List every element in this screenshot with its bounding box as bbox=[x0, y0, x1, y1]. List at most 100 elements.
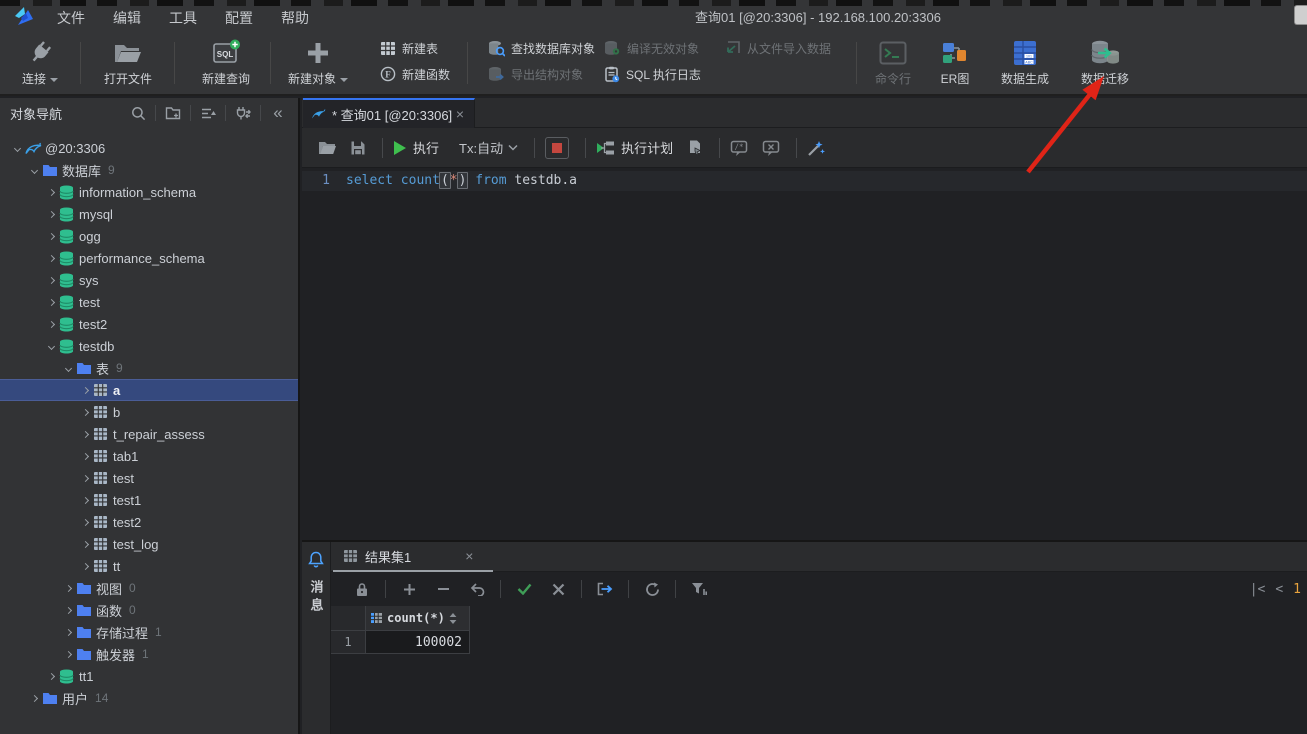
refresh-icon[interactable] bbox=[641, 582, 663, 597]
chevron-down-icon[interactable] bbox=[27, 166, 42, 174]
chevron-right-icon[interactable] bbox=[27, 694, 42, 702]
first-page-button[interactable]: |< bbox=[1250, 582, 1266, 597]
chevron-right-icon[interactable] bbox=[78, 496, 93, 504]
new-folder-icon[interactable] bbox=[161, 102, 185, 124]
table-row[interactable]: 1 100002 bbox=[331, 631, 1307, 654]
chevron-right-icon[interactable] bbox=[44, 254, 59, 262]
chevron-right-icon[interactable] bbox=[44, 210, 59, 218]
new-function-button[interactable]: F 新建函数 bbox=[380, 61, 450, 87]
chevron-right-icon[interactable] bbox=[61, 650, 76, 658]
search-icon[interactable] bbox=[126, 102, 150, 124]
compile-invalid-button[interactable]: 编译无效对象 bbox=[604, 35, 701, 61]
tree-item-@20:3306[interactable]: @20:3306 bbox=[0, 137, 298, 159]
menu-edit[interactable]: 编辑 bbox=[102, 6, 152, 30]
revert-icon[interactable] bbox=[466, 582, 488, 596]
tree-item-test2[interactable]: test2 bbox=[0, 313, 298, 335]
menu-config[interactable]: 配置 bbox=[214, 6, 264, 30]
run-button[interactable]: 执行 bbox=[393, 138, 439, 157]
tree-item-testdb[interactable]: testdb bbox=[0, 335, 298, 357]
chevron-down-icon[interactable] bbox=[61, 364, 76, 372]
uncomment-icon[interactable] bbox=[762, 140, 780, 156]
chevron-right-icon[interactable] bbox=[78, 386, 93, 394]
chevron-down-icon[interactable] bbox=[10, 144, 25, 152]
chevron-right-icon[interactable] bbox=[78, 518, 93, 526]
menu-tools[interactable]: 工具 bbox=[158, 6, 208, 30]
messages-tab[interactable]: 消息 bbox=[307, 580, 326, 616]
tree-item-sys[interactable]: sys bbox=[0, 269, 298, 291]
import-data-button[interactable]: 从文件导入数据 bbox=[724, 35, 831, 61]
chevron-right-icon[interactable] bbox=[44, 672, 59, 680]
tree-item-ogg[interactable]: ogg bbox=[0, 225, 298, 247]
commit-icon[interactable] bbox=[513, 583, 535, 595]
tree-item-t_repair_assess[interactable]: t_repair_assess bbox=[0, 423, 298, 445]
tree-item-存储过程[interactable]: 存储过程 1 bbox=[0, 621, 298, 643]
chevron-right-icon[interactable] bbox=[44, 320, 59, 328]
tree-item-tt[interactable]: tt bbox=[0, 555, 298, 577]
chevron-right-icon[interactable] bbox=[44, 276, 59, 284]
chevron-right-icon[interactable] bbox=[44, 298, 59, 306]
chevron-right-icon[interactable] bbox=[61, 606, 76, 614]
copy-result-icon[interactable] bbox=[687, 139, 703, 156]
tx-mode-select[interactable]: Tx:自动 bbox=[459, 138, 518, 157]
tree-item-b[interactable]: b bbox=[0, 401, 298, 423]
sql-editor[interactable]: 1 select count(*) from testdb.a bbox=[302, 168, 1307, 541]
notification-bell-icon[interactable] bbox=[308, 551, 324, 568]
data-migrate-button[interactable]: 数据迁移 bbox=[1068, 36, 1142, 86]
delete-row-icon[interactable] bbox=[432, 587, 454, 591]
chevron-down-icon[interactable] bbox=[44, 342, 59, 350]
rollback-icon[interactable] bbox=[547, 583, 569, 596]
explain-plan-button[interactable]: 执行计划 bbox=[596, 138, 673, 157]
chevron-right-icon[interactable] bbox=[78, 562, 93, 570]
chevron-right-icon[interactable] bbox=[78, 474, 93, 482]
collapse-panel-icon[interactable]: « bbox=[266, 102, 290, 124]
save-icon[interactable] bbox=[350, 140, 366, 156]
add-row-icon[interactable] bbox=[398, 583, 420, 596]
tree-item-触发器[interactable]: 触发器 1 bbox=[0, 643, 298, 665]
sort-arrows-icon[interactable] bbox=[449, 612, 457, 624]
chevron-right-icon[interactable] bbox=[44, 232, 59, 240]
sql-log-button[interactable]: SQL 执行日志 bbox=[604, 61, 701, 87]
export-data-icon[interactable] bbox=[594, 582, 616, 596]
chevron-right-icon[interactable] bbox=[78, 540, 93, 548]
tree-item-表[interactable]: 表9 bbox=[0, 357, 298, 379]
new-table-button[interactable]: 新建表 bbox=[380, 35, 450, 61]
tree-item-information_schema[interactable]: information_schema bbox=[0, 181, 298, 203]
filter-icon[interactable] bbox=[688, 582, 710, 596]
query-tab[interactable]: * 查询01 [@20:3306] × bbox=[303, 98, 475, 128]
tree-item-视图[interactable]: 视图 0 bbox=[0, 577, 298, 599]
tree-item-test_log[interactable]: test_log bbox=[0, 533, 298, 555]
data-generate-button[interactable]: 101 ABC 数据生成 bbox=[988, 36, 1062, 86]
prev-page-button[interactable]: < bbox=[1275, 582, 1283, 597]
er-diagram-button[interactable]: ER图 bbox=[926, 36, 984, 86]
tree-item-用户[interactable]: 用户 14 bbox=[0, 687, 298, 709]
value-cell[interactable]: 100002 bbox=[366, 631, 470, 654]
chevron-right-icon[interactable] bbox=[78, 408, 93, 416]
new-object-button[interactable]: 新建对象 bbox=[276, 36, 360, 86]
tree-item-tab1[interactable]: tab1 bbox=[0, 445, 298, 467]
tree-item-函数[interactable]: 函数 0 bbox=[0, 599, 298, 621]
chevron-right-icon[interactable] bbox=[61, 584, 76, 592]
chevron-right-icon[interactable] bbox=[44, 188, 59, 196]
tree-item-test2[interactable]: test2 bbox=[0, 511, 298, 533]
format-sql-icon[interactable] bbox=[807, 139, 826, 157]
chevron-right-icon[interactable] bbox=[61, 628, 76, 636]
new-query-button[interactable]: SQL 新建查询 bbox=[182, 36, 270, 86]
open-file-button[interactable]: 打开文件 bbox=[86, 36, 170, 86]
close-icon[interactable]: × bbox=[454, 106, 466, 122]
menu-file[interactable]: 文件 bbox=[46, 6, 96, 30]
chevron-right-icon[interactable] bbox=[78, 452, 93, 460]
tree-item-test[interactable]: test bbox=[0, 291, 298, 313]
cmdline-button[interactable]: 命令行 bbox=[862, 36, 924, 86]
tree-item-performance_schema[interactable]: performance_schema bbox=[0, 247, 298, 269]
tree-item-a[interactable]: a bbox=[0, 379, 298, 401]
find-db-object-button[interactable]: 查找数据库对象 bbox=[488, 35, 595, 61]
menu-help[interactable]: 帮助 bbox=[270, 6, 320, 30]
tree-item-mysql[interactable]: mysql bbox=[0, 203, 298, 225]
connection-sync-icon[interactable] bbox=[231, 102, 255, 124]
tree-item-test1[interactable]: test1 bbox=[0, 489, 298, 511]
tree-item-test[interactable]: test bbox=[0, 467, 298, 489]
tree-item-tt1[interactable]: tt1 bbox=[0, 665, 298, 687]
stop-button[interactable] bbox=[545, 136, 570, 159]
chevron-right-icon[interactable] bbox=[78, 430, 93, 438]
comment-icon[interactable]: /* bbox=[730, 140, 748, 156]
